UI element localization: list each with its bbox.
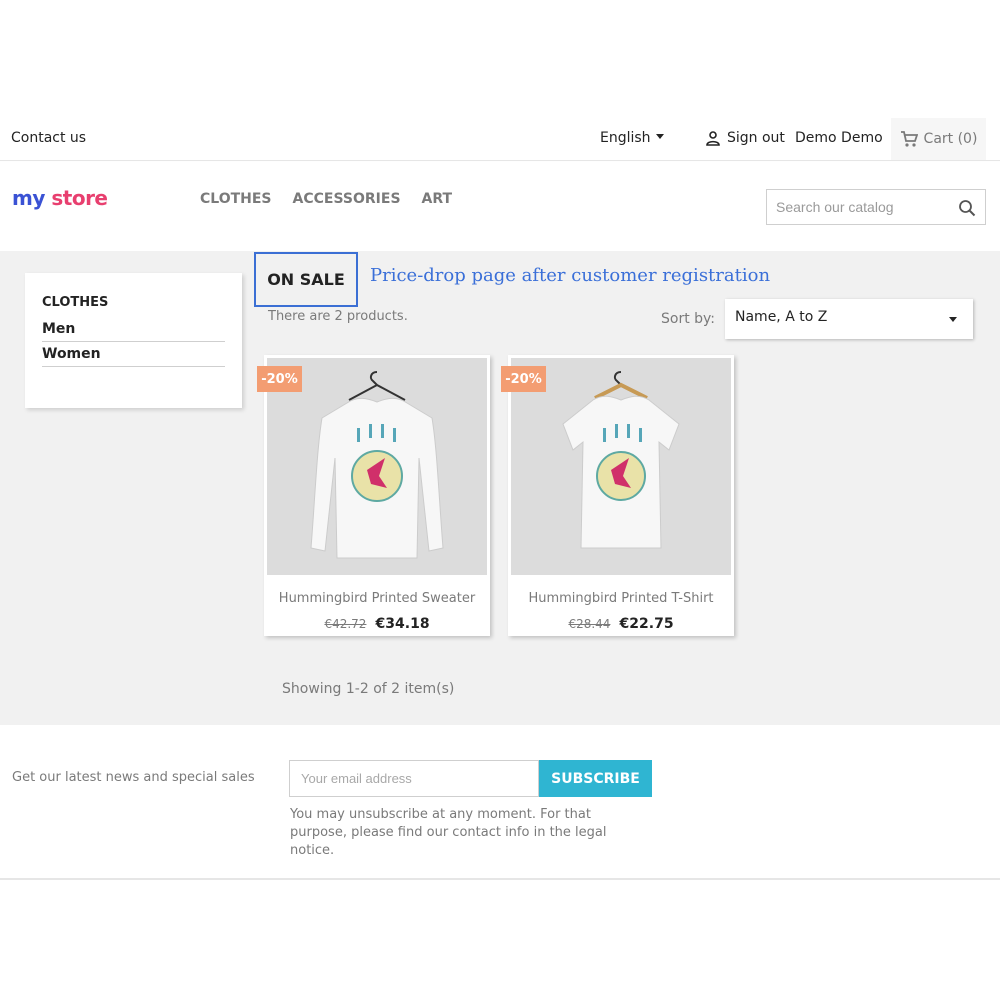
search-input[interactable]: [767, 190, 952, 224]
product-name[interactable]: Hummingbird Printed T-Shirt: [508, 591, 734, 606]
cart-label: Cart (0): [923, 131, 978, 147]
shopping-cart-icon: [900, 131, 918, 147]
sign-out-link[interactable]: Sign out: [705, 130, 785, 146]
logo-part-store: store: [51, 186, 108, 210]
search-box: [766, 189, 986, 225]
product-name[interactable]: Hummingbird Printed Sweater: [264, 591, 490, 606]
sort-label: Sort by:: [661, 311, 716, 327]
sort-value: Name, A to Z: [735, 309, 828, 325]
language-selector[interactable]: English: [600, 130, 664, 146]
main-nav: CLOTHES ACCESSORIES ART: [200, 191, 452, 207]
account-name-link[interactable]: Demo Demo: [795, 130, 883, 146]
product-card[interactable]: -20% Hummingbird Printed T-Shirt €28.44 …: [501, 355, 734, 636]
sidebar-item-men[interactable]: Men: [42, 317, 225, 342]
caret-down-icon: [655, 134, 664, 139]
sale-price: €22.75: [619, 616, 674, 632]
pagination-summary: Showing 1-2 of 2 item(s): [282, 681, 455, 697]
caret-down-icon: [949, 317, 957, 322]
product-prices: €28.44 €22.75: [508, 613, 734, 632]
sign-out-label: Sign out: [727, 130, 785, 146]
product-card[interactable]: -20% Hummingbird Printed Sweater €42.72 …: [257, 355, 490, 636]
cart-button[interactable]: Cart (0): [891, 118, 986, 160]
newsletter-label: Get our latest news and special sales: [12, 770, 255, 785]
regular-price: €42.72: [324, 617, 367, 631]
annotation-caption: Price-drop page after customer registrat…: [370, 265, 771, 286]
logo-part-my: my: [12, 186, 45, 210]
nav-item-accessories[interactable]: ACCESSORIES: [293, 191, 401, 207]
nav-item-art[interactable]: ART: [422, 191, 453, 207]
sort-dropdown[interactable]: Name, A to Z: [725, 299, 973, 339]
unsubscribe-notice: You may unsubscribe at any moment. For t…: [290, 807, 607, 858]
regular-price: €28.44: [568, 617, 611, 631]
sidebar-item-women[interactable]: Women: [42, 342, 225, 367]
contact-us-link[interactable]: Contact us: [11, 130, 86, 146]
product-prices: €42.72 €34.18: [264, 613, 490, 632]
newsletter-section: Get our latest news and special sales SU…: [0, 725, 1000, 880]
language-label: English: [600, 130, 651, 146]
store-logo[interactable]: my store: [12, 186, 108, 210]
discount-badge: -20%: [501, 366, 546, 392]
main-content: CLOTHES Men Women ON SALE Price-drop pag…: [0, 251, 1000, 725]
search-icon[interactable]: [958, 199, 976, 217]
subscribe-button[interactable]: SUBSCRIBE: [539, 760, 652, 797]
nav-item-clothes[interactable]: CLOTHES: [200, 191, 272, 207]
category-sidebar: CLOTHES Men Women: [25, 273, 242, 408]
email-field[interactable]: [290, 761, 538, 796]
user-icon: [706, 131, 720, 146]
discount-badge: -20%: [257, 366, 302, 392]
top-bar: Contact us English Sign out Demo Demo Ca…: [0, 118, 1000, 161]
sale-price: €34.18: [375, 616, 430, 632]
product-count: There are 2 products.: [268, 309, 408, 324]
email-field-wrapper: [289, 760, 539, 797]
sidebar-title[interactable]: CLOTHES: [42, 295, 225, 310]
main-header: my store CLOTHES ACCESSORIES ART: [0, 162, 1000, 251]
page-title: ON SALE: [254, 252, 358, 307]
